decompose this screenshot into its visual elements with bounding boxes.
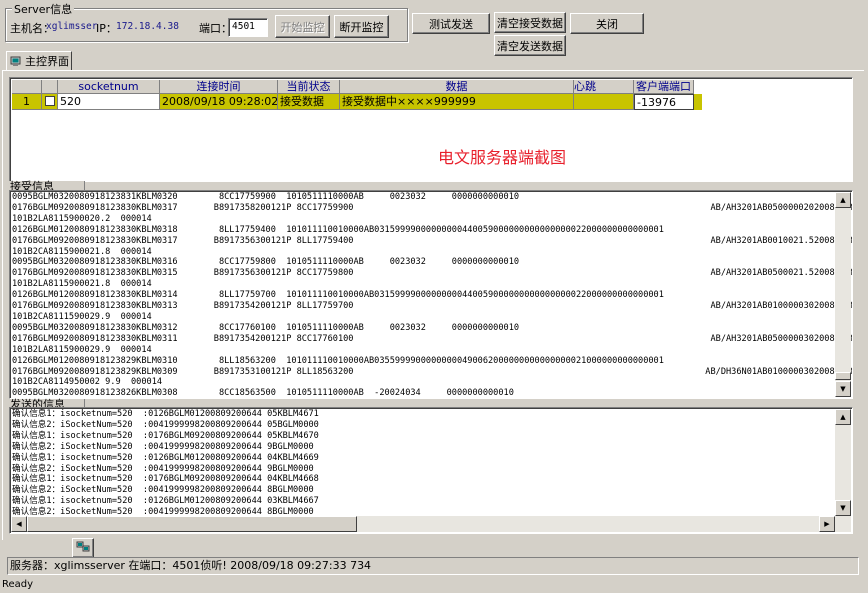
row-connect-time: 2008/09/18 09:28:02 921 <box>160 94 278 110</box>
row-checkbox[interactable] <box>42 94 58 110</box>
grid-header-data[interactable]: 数据 <box>340 80 574 94</box>
hostname-value: xglimsser <box>46 21 98 32</box>
clear-sent-button[interactable]: 清空发送数据 <box>494 35 566 56</box>
row-client-port[interactable]: -13976 <box>634 94 694 110</box>
port-input[interactable]: 4501 <box>228 18 268 37</box>
server-icon-button[interactable] <box>72 538 94 558</box>
grid-header-heartbeat[interactable]: 心跳 <box>574 80 634 94</box>
monitor-icon <box>10 56 22 67</box>
connections-grid[interactable]: socketnum 连接时间 当前状态 数据 心跳 客户端端口 1 520 20… <box>9 77 853 182</box>
scroll-left-icon[interactable]: ◀ <box>11 516 27 532</box>
sent-hscrollbar[interactable]: ◀ ▶ <box>11 516 851 532</box>
grid-header-index <box>12 80 42 94</box>
screenshot-caption: 电文服务器端截图 <box>438 148 567 167</box>
row-index: 1 <box>12 94 42 110</box>
received-text: 0095BGLM0320080918123831KBLM0320 8CC1775… <box>12 192 852 399</box>
tab-main-control[interactable]: 主控界面 <box>6 51 72 71</box>
grid-header-connect-time[interactable]: 连接时间 <box>160 80 278 94</box>
server-status-text: 服务器：xglimsserver 在端口：4501侦听! 2008/09/18 … <box>7 557 859 575</box>
scroll-up-icon[interactable]: ▲ <box>835 192 851 208</box>
row-socketnum: 520 <box>58 94 160 110</box>
grid-header-client-port[interactable]: 客户端端口 <box>634 80 694 94</box>
app-statusbar: Ready <box>0 578 868 593</box>
received-vscrollbar[interactable]: ▲ ▼ <box>835 192 851 397</box>
ip-value: 172.18.4.38 <box>116 21 179 32</box>
server-statusbar: 服务器：xglimsserver 在端口：4501侦听! 2008/09/18 … <box>0 556 868 576</box>
ip-label: IP： <box>96 22 117 35</box>
grid-header-status[interactable]: 当前状态 <box>278 80 340 94</box>
scroll-right-icon[interactable]: ▶ <box>819 516 835 532</box>
test-send-button[interactable]: 测试发送 <box>412 13 490 34</box>
row-status: 接受数据 <box>278 94 340 110</box>
scroll-down-icon[interactable]: ▼ <box>835 500 851 516</box>
row-heartbeat <box>574 94 634 110</box>
sent-vscrollbar[interactable]: ▲ ▼ <box>835 409 851 516</box>
server-info-legend: Server信息 <box>12 1 75 17</box>
scroll-thumb[interactable] <box>835 372 851 380</box>
clear-received-button[interactable]: 清空接受数据 <box>494 12 566 33</box>
received-memo[interactable]: 0095BGLM0320080918123831KBLM0320 8CC1775… <box>9 190 853 399</box>
start-monitor-button[interactable]: 开始监控 <box>275 15 330 38</box>
scroll-thumb[interactable] <box>27 516 357 532</box>
tab-label: 主控界面 <box>25 55 69 68</box>
stop-monitor-button[interactable]: 断开监控 <box>334 15 389 38</box>
sent-memo[interactable]: 确认信息1：isocketnum=520 :0126BGLM0120080920… <box>9 407 853 534</box>
ready-status: Ready <box>2 579 34 590</box>
grid-header-check <box>42 80 58 94</box>
sent-text: 确认信息1：isocketnum=520 :0126BGLM0120080920… <box>12 409 319 518</box>
grid-header-socketnum[interactable]: socketnum <box>58 80 160 94</box>
scroll-down-icon[interactable]: ▼ <box>835 381 851 397</box>
scroll-up-icon[interactable]: ▲ <box>835 409 851 425</box>
row-data: 接受数据中××××999999 <box>340 94 574 110</box>
close-button[interactable]: 关闭 <box>570 13 644 34</box>
network-icon <box>76 541 90 556</box>
